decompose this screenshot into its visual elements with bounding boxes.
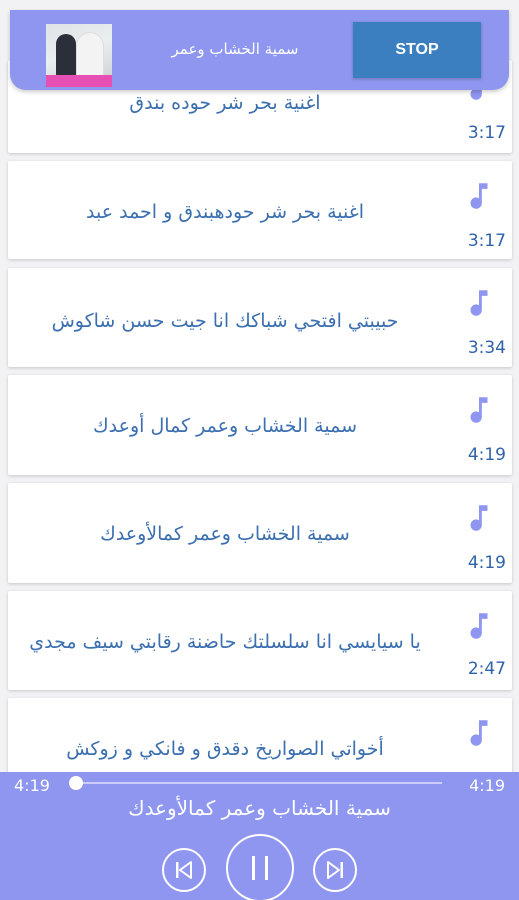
song-duration: 4:19: [467, 445, 506, 465]
music-note-icon: [470, 720, 488, 746]
banner-song-title: سمية الخشاب وعمر: [171, 40, 299, 58]
skip-previous-icon: [176, 861, 192, 879]
skip-next-icon: [327, 861, 343, 879]
song-duration: 4:19: [467, 553, 506, 573]
song-title: يا سيايسي انا سلسلتك حاضنة رقابتي سيف مج…: [29, 631, 421, 653]
song-title: اغنية بحر شر حودهبندق و احمد عبد: [86, 201, 364, 223]
song-duration: 3:17: [467, 231, 506, 251]
now-playing-banner[interactable]: سمية الخشاب وعمر STOP: [10, 10, 509, 90]
pause-icon: [252, 856, 268, 880]
elapsed-time: 4:19: [14, 776, 50, 795]
song-item[interactable]: سمية الخشاب وعمر كمالأوعدك 4:19: [8, 483, 512, 583]
music-note-icon: [470, 613, 488, 639]
song-duration: 2:47: [467, 659, 506, 679]
song-item[interactable]: سمية الخشاب وعمر كمال أوعدك 4:19: [8, 375, 512, 475]
song-title: حبيبتي افتحي شباكك انا جيت حسن شاكوش: [51, 310, 399, 332]
album-art-thumbnail: [46, 24, 112, 87]
previous-button[interactable]: [162, 848, 206, 892]
song-item[interactable]: اغنية بحر شر حودهبندق و احمد عبد 3:17: [8, 161, 512, 259]
stop-button[interactable]: STOP: [353, 22, 481, 78]
song-list: اغنية بحر شر حوده بندق 3:17 اغنية بحر شر…: [0, 0, 519, 772]
total-time: 4:19: [469, 776, 505, 795]
next-button[interactable]: [313, 848, 357, 892]
song-title: اغنية بحر شر حوده بندق: [129, 92, 321, 114]
photo-groom-figure: [56, 34, 76, 76]
song-item[interactable]: حبيبتي افتحي شباكك انا جيت حسن شاكوش 3:3…: [8, 268, 512, 367]
song-title: سمية الخشاب وعمر كمالأوعدك: [100, 523, 350, 545]
music-note-icon: [470, 397, 488, 423]
song-duration: 3:17: [467, 123, 506, 143]
song-title: سمية الخشاب وعمر كمال أوعدك: [93, 415, 357, 437]
song-title: أخواتي الصواريخ دقدق و فانكي و زوكش: [66, 738, 384, 760]
song-item[interactable]: أخواتي الصواريخ دقدق و فانكي و زوكش: [8, 698, 512, 772]
song-item[interactable]: يا سيايسي انا سلسلتك حاضنة رقابتي سيف مج…: [8, 591, 512, 690]
seek-thumb[interactable]: [69, 776, 83, 790]
now-playing-title: سمية الخشاب وعمر كمالأوعدك: [128, 796, 391, 820]
seek-bar[interactable]: [76, 782, 442, 784]
music-note-icon: [470, 505, 488, 531]
music-note-icon: [470, 290, 488, 316]
pause-button[interactable]: [226, 834, 294, 900]
photo-bride-figure: [76, 32, 104, 76]
photo-caption-strip: [46, 75, 112, 87]
music-note-icon: [470, 183, 488, 209]
song-duration: 3:34: [467, 338, 506, 358]
player-bar: 4:19 4:19 سمية الخشاب وعمر كمالأوعدك: [0, 772, 519, 900]
